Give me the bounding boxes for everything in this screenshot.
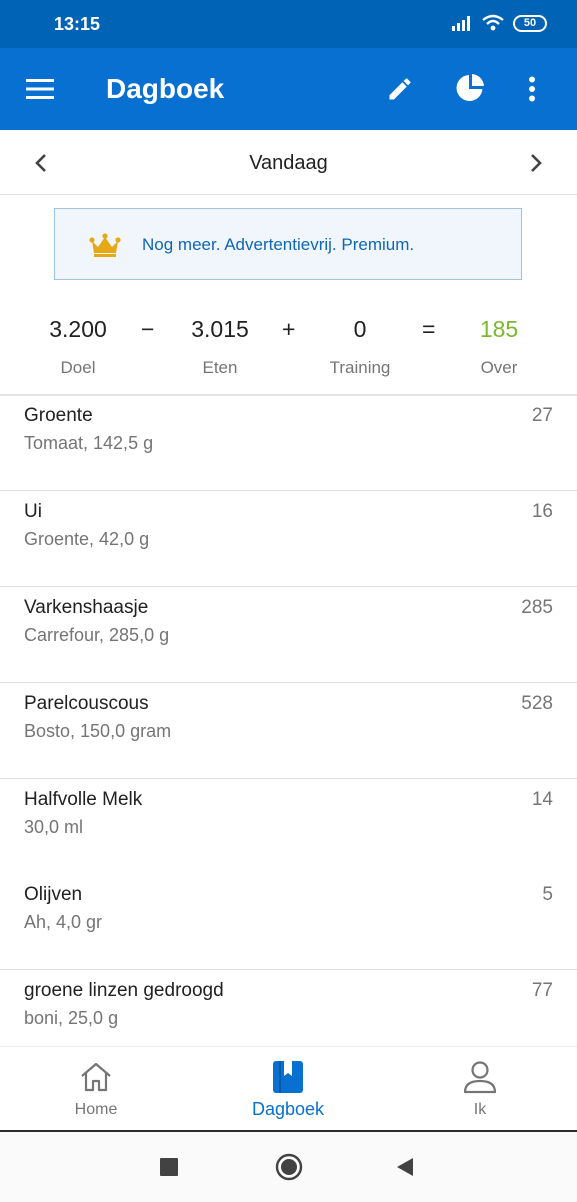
nav-home[interactable]: Home [0,1047,192,1131]
item-name: Ui [24,501,42,522]
crown-icon [89,233,121,257]
item-name: Olijven [24,884,83,905]
remaining-label: Over [480,358,518,377]
item-detail: Ah, 4,0 gr [24,912,103,932]
menu-icon[interactable] [22,74,58,104]
item-name: Groente [24,405,93,426]
item-detail: Groente, 42,0 g [24,529,150,549]
circle-icon [275,1153,303,1181]
premium-banner[interactable]: Nog meer. Advertentievrij. Premium. [54,208,522,280]
minus-operator: − [141,316,155,342]
item-calories: 27 [531,405,553,426]
home-icon [81,1062,111,1092]
item-calories: 5 [542,884,553,905]
list-item[interactable]: Olijven Ah, 4,0 gr 5 [0,874,577,970]
triangle-back-icon [397,1158,413,1176]
square-icon [160,1158,178,1176]
recents-button[interactable] [156,1154,182,1180]
date-navigation: Vandaag [0,130,577,195]
list-item[interactable]: Groente Tomaat, 142,5 g 27 [0,396,577,491]
list-item[interactable]: Ui Groente, 42,0 g 16 [0,491,577,587]
status-time: 13:15 [54,14,101,34]
equals-operator: = [422,316,436,342]
list-item[interactable]: Varkenshaasje Carrefour, 285,0 g 285 [0,587,577,683]
item-detail: Bosto, 150,0 gram [24,721,172,741]
nav-diary[interactable]: Dagboek [192,1047,384,1131]
status-icons: 50 [451,14,547,32]
remaining-value: 185 [479,316,519,342]
signal-icon [452,16,470,31]
item-calories: 16 [531,501,553,522]
item-detail: Tomaat, 142,5 g [24,433,154,453]
item-calories: 528 [521,693,553,714]
home-button[interactable] [272,1150,306,1184]
item-name: groene linzen gedroogd [24,980,224,1001]
more-icon[interactable] [518,72,546,106]
back-button[interactable] [392,1154,418,1180]
nav-diary-label: Dagboek [251,1099,325,1119]
nav-me-label: Ik [473,1101,487,1118]
bottom-navigation: Home Dagboek Ik [0,1046,577,1131]
exercise-label: Training [329,358,391,377]
item-detail: 30,0 ml [24,817,84,837]
diary-icon [273,1061,303,1093]
list-item[interactable]: Halfvolle Melk 30,0 ml 14 [0,779,577,875]
item-calories: 285 [521,597,553,618]
edit-icon[interactable] [384,72,416,106]
item-calories: 14 [531,789,553,810]
premium-text: Nog meer. Advertentievrij. Premium. [142,235,415,254]
system-navigation-bar [0,1130,577,1202]
date-label[interactable]: Vandaag [0,152,577,175]
nav-me[interactable]: Ik [384,1047,576,1131]
list-item[interactable]: Parelcouscous Bosto, 150,0 gram 528 [0,683,577,779]
status-bar: 13:15 50 [0,0,577,48]
item-name: Varkenshaasje [24,597,149,618]
calorie-summary[interactable]: 3.200 Doel − 3.015 Eten + 0 Training = 1… [0,300,577,394]
person-icon [463,1061,497,1094]
goal-value: 3.200 [49,316,107,342]
item-detail: boni, 25,0 g [24,1008,119,1028]
goal-label: Doel [60,358,96,377]
item-name: Halfvolle Melk [24,789,143,810]
item-calories: 77 [531,980,553,1001]
nav-home-label: Home [74,1101,118,1118]
plus-operator: + [282,316,296,342]
list-item[interactable]: groene linzen gedroogd boni, 25,0 g 77 [0,970,577,1046]
item-detail: Carrefour, 285,0 g [24,625,170,645]
chevron-right-icon[interactable] [521,148,551,178]
food-label: Eten [202,358,238,377]
food-value: 3.015 [191,316,249,342]
food-list: Groente Tomaat, 142,5 g 27 Ui Groente, 4… [0,396,577,1046]
exercise-value: 0 [353,316,367,342]
app-bar: Dagboek [0,48,577,130]
pie-chart-icon[interactable] [452,70,488,106]
wifi-icon [482,14,504,31]
item-name: Parelcouscous [24,693,149,714]
battery-indicator: 50 [513,14,547,32]
page-title: Dagboek [106,73,225,104]
